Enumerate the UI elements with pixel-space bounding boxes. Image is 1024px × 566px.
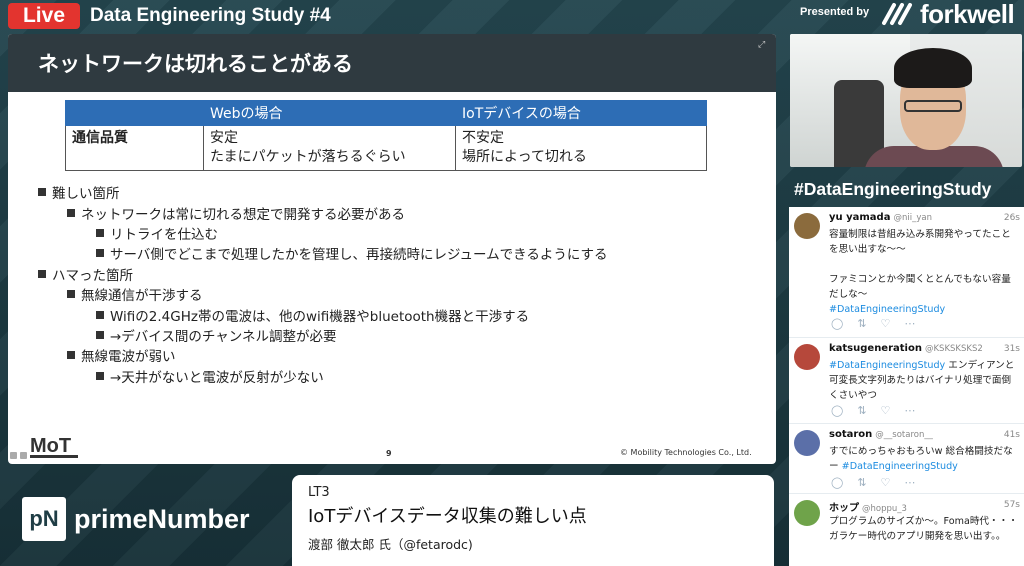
tweet-feed[interactable]: yu yamada @nii_yan 26s 容量制限は昔組み込み系開発やってたこ… bbox=[789, 207, 1024, 566]
bullet-square-icon bbox=[96, 330, 104, 339]
bullet-square-icon bbox=[38, 269, 46, 278]
hashtag-link[interactable]: #DataEngineeringStudy bbox=[842, 461, 958, 472]
more-icon[interactable]: ⋯ bbox=[904, 404, 915, 417]
bullet-list: 難しい箇所 ネットワークは常に切れる想定で開発する必要がある リトライを仕込む … bbox=[38, 182, 607, 386]
comparison-table: Webの場合 IoTデバイスの場合 通信品質 安定 たまにパケットが落ちるぐらい… bbox=[65, 100, 707, 171]
bullet-item: →デバイス間のチャンネル調整が必要 bbox=[38, 325, 607, 345]
camera-person-glasses bbox=[904, 100, 962, 112]
tweet-item[interactable]: ホップ @hoppu_3 57s プログラムのサイズか〜。Foma時代・・・ガラケ… bbox=[789, 494, 1024, 566]
tweet-actions: ◯ ⇅ ♡ ⋯ bbox=[831, 317, 915, 330]
expand-icon[interactable]: ⤢ bbox=[758, 40, 768, 50]
bullet-item: 無線電波が弱い bbox=[38, 345, 607, 365]
tweet-time: 57s bbox=[1003, 500, 1020, 510]
table-header-row: Webの場合 IoTデバイスの場合 bbox=[65, 100, 707, 126]
forkwell-wordmark: forkwell bbox=[920, 0, 1015, 29]
tweet-item[interactable]: yu yamada @nii_yan 26s 容量制限は昔組み込み系開発やってたこ… bbox=[789, 207, 1024, 338]
speaker-camera bbox=[790, 34, 1022, 167]
table-cell: 安定 たまにパケットが落ちるぐらい bbox=[203, 125, 456, 171]
presentation-slide: ネットワークは切れることがある ⤢ Webの場合 IoTデバイスの場合 通信品質… bbox=[8, 34, 776, 464]
presented-by-label: Presented by bbox=[800, 6, 870, 18]
slide-toolbar bbox=[10, 452, 27, 459]
event-title: Data Engineering Study #4 bbox=[90, 5, 331, 26]
bullet-square-icon bbox=[67, 208, 75, 217]
tweet-text: 容量制限は昔組み込み系開発やってたことを思い出すな〜〜 ファミコンとか今聞くとと… bbox=[829, 229, 1011, 315]
mot-logo-text: MoT bbox=[30, 435, 71, 457]
tweet-item[interactable]: katsugeneration @KSKSKSKS2 31s #DataEngin… bbox=[789, 338, 1024, 424]
bullet-item: サーバ側でどこまで処理したかを管理し、再接続時にレジュームできるようにする bbox=[38, 243, 607, 263]
tweet-time: 31s bbox=[1003, 344, 1020, 354]
tweet-user[interactable]: ホップ @hoppu_3 bbox=[829, 499, 907, 514]
primenumber-wordmark: primeNumber bbox=[74, 503, 250, 534]
bullet-item: ネットワークは常に切れる想定で開発する必要がある bbox=[38, 202, 607, 223]
camera-person-hair bbox=[894, 48, 972, 88]
bullet-item: ハマった箇所 bbox=[38, 264, 607, 284]
table-header-cell: IoTデバイスの場合 bbox=[455, 100, 707, 126]
table-header-cell bbox=[65, 100, 204, 126]
tweet-text: プログラムのサイズか〜。Foma時代・・・ガラケー時代のアプリ開発を思い出す。。 bbox=[829, 516, 1018, 542]
table-row-label: 通信品質 bbox=[65, 125, 204, 171]
reply-icon[interactable]: ◯ bbox=[831, 317, 843, 330]
more-icon[interactable]: ⋯ bbox=[904, 317, 915, 330]
bullet-item: 難しい箇所 bbox=[38, 182, 607, 202]
talk-lower-third: LT3 IoTデバイスデータ収集の難しい点 渡部 徹太郎 氏（@fetarodc… bbox=[292, 475, 774, 566]
tweet-text: すでにめっちゃおもろいw 総合格闘技だなー #DataEngineeringSt… bbox=[829, 446, 1013, 472]
slide-title: ネットワークは切れることがある bbox=[38, 52, 353, 76]
avatar[interactable] bbox=[794, 430, 820, 456]
tweet-user[interactable]: sotaron @__sotaron__ bbox=[829, 429, 933, 440]
forkwell-logo: forkwell bbox=[880, 0, 1015, 29]
reply-icon[interactable]: ◯ bbox=[831, 404, 843, 417]
tweet-time: 41s bbox=[1003, 430, 1020, 440]
retweet-icon[interactable]: ⇅ bbox=[857, 317, 866, 330]
retweet-icon[interactable]: ⇅ bbox=[857, 404, 866, 417]
tweet-user[interactable]: katsugeneration @KSKSKSKS2 bbox=[829, 343, 983, 354]
pen-tool-icon[interactable] bbox=[10, 452, 17, 459]
bullet-square-icon bbox=[96, 249, 104, 258]
hashtag-heading: #DataEngineeringStudy bbox=[794, 179, 992, 199]
live-badge: Live bbox=[8, 3, 80, 29]
talk-title: IoTデバイスデータ収集の難しい点 bbox=[308, 506, 587, 527]
hashtag-link[interactable]: #DataEngineeringStudy bbox=[829, 360, 945, 371]
talk-label: LT3 bbox=[308, 485, 330, 500]
avatar[interactable] bbox=[794, 500, 820, 526]
table-cell: 不安定 場所によって切れる bbox=[455, 125, 707, 171]
tweet-actions: ◯ ⇅ ♡ ⋯ bbox=[831, 404, 915, 417]
bullet-square-icon bbox=[96, 310, 104, 319]
table-header-cell: Webの場合 bbox=[203, 100, 456, 126]
like-icon[interactable]: ♡ bbox=[881, 317, 891, 330]
primenumber-mark-icon: pN bbox=[22, 497, 66, 541]
bullet-square-icon bbox=[96, 371, 104, 380]
tweet-actions: ◯ ⇅ ♡ ⋯ bbox=[831, 476, 915, 489]
forkwell-mark-icon bbox=[882, 3, 912, 25]
tweet-item[interactable]: sotaron @__sotaron__ 41s すでにめっちゃおもろいw 総合格… bbox=[789, 424, 1024, 494]
bullet-square-icon bbox=[67, 351, 75, 360]
retweet-icon[interactable]: ⇅ bbox=[857, 476, 866, 489]
like-icon[interactable]: ♡ bbox=[881, 404, 891, 417]
tweet-user[interactable]: yu yamada @nii_yan bbox=[829, 212, 932, 223]
highlighter-tool-icon[interactable] bbox=[20, 452, 27, 459]
slide-copyright: © Mobility Technologies Co., Ltd. bbox=[620, 448, 752, 457]
reply-icon[interactable]: ◯ bbox=[831, 476, 843, 489]
bullet-item: Wifiの2.4GHz帯の電波は、他のwifi機器やbluetooth機器と干渉… bbox=[38, 304, 607, 325]
mot-logo: MoT bbox=[30, 435, 78, 458]
tweet-text: #DataEngineeringStudy エンディアンと可変長文字列あたりはバ… bbox=[829, 360, 1015, 401]
table-row: 通信品質 安定 たまにパケットが落ちるぐらい 不安定 場所によって切れる bbox=[65, 125, 707, 171]
like-icon[interactable]: ♡ bbox=[881, 476, 891, 489]
bullet-square-icon bbox=[38, 188, 46, 197]
bullet-item: リトライを仕込む bbox=[38, 223, 607, 243]
bullet-item: →天井がないと電波が反射が少ない bbox=[38, 366, 607, 386]
tweet-time: 26s bbox=[1003, 213, 1020, 223]
bullet-square-icon bbox=[96, 228, 104, 237]
avatar[interactable] bbox=[794, 344, 820, 370]
hashtag-link[interactable]: #DataEngineeringStudy bbox=[829, 304, 945, 315]
bullet-square-icon bbox=[67, 290, 75, 299]
avatar[interactable] bbox=[794, 213, 820, 239]
talk-speaker: 渡部 徹太郎 氏（@fetarodc) bbox=[308, 537, 473, 552]
sponsor-logo: pN primeNumber bbox=[22, 496, 292, 542]
more-icon[interactable]: ⋯ bbox=[904, 476, 915, 489]
bullet-item: 無線通信が干渉する bbox=[38, 284, 607, 304]
slide-page-number: 9 bbox=[386, 449, 392, 458]
slide-header: ネットワークは切れることがある bbox=[8, 34, 776, 92]
